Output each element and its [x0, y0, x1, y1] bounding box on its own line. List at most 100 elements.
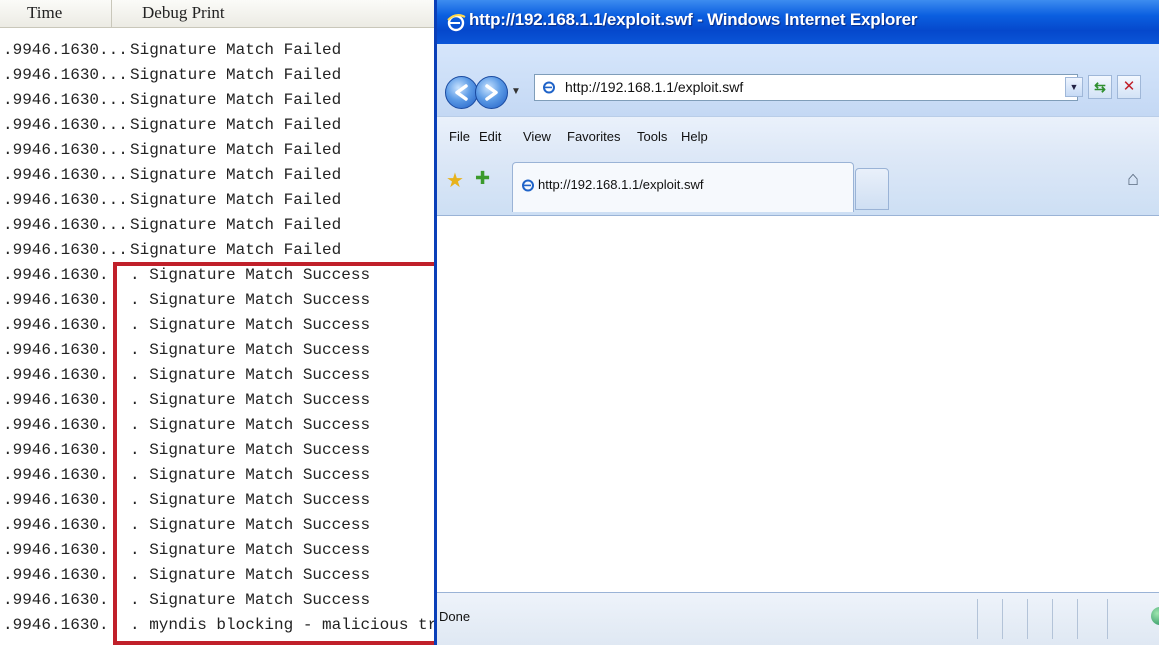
log-time: .9946.1630... — [3, 41, 128, 59]
log-row[interactable]: .9946.1630. . myndis blocking - malicious… — [0, 614, 438, 639]
favorites-star-icon[interactable]: ★ — [446, 168, 464, 193]
tab-label: http://192.168.1.1/exploit.swf — [538, 177, 704, 192]
log-row[interactable]: .9946.1630. . Signature Match Success — [0, 389, 438, 414]
log-row[interactable]: .9946.1630. . Signature Match Success — [0, 339, 438, 364]
log-time: .9946.1630. — [3, 291, 109, 309]
log-row[interactable]: .9946.1630. . Signature Match Success — [0, 314, 438, 339]
log-row[interactable]: .9946.1630... Signature Match Failed — [0, 189, 438, 214]
log-row[interactable]: .9946.1630. . Signature Match Success — [0, 414, 438, 439]
tab-active[interactable]: http://192.168.1.1/exploit.swf — [512, 162, 854, 212]
new-tab-button[interactable] — [855, 168, 889, 210]
log-message: Signature Match Failed — [130, 66, 342, 84]
log-message: Signature Match Failed — [130, 91, 342, 109]
log-time: .9946.1630... — [3, 66, 128, 84]
log-message: . Signature Match Success — [130, 341, 371, 359]
log-time: .9946.1630... — [3, 191, 128, 209]
status-divider — [1002, 599, 1003, 639]
log-message: Signature Match Failed — [130, 166, 342, 184]
navigation-bar: ▼ http://192.168.1.1/exploit.swf ▼ ⇆ ✕ — [437, 44, 1159, 116]
log-row[interactable]: .9946.1630. . Signature Match Success — [0, 289, 438, 314]
back-button[interactable] — [445, 76, 478, 109]
log-row[interactable]: .9946.1630. . Signature Match Success — [0, 364, 438, 389]
log-row[interactable]: .9946.1630. . Signature Match Success — [0, 464, 438, 489]
status-divider — [977, 599, 978, 639]
log-row[interactable]: .9946.1630... Signature Match Failed — [0, 114, 438, 139]
log-time: .9946.1630... — [3, 166, 128, 184]
status-divider — [1107, 599, 1108, 639]
page-ie-icon — [543, 81, 555, 94]
log-time: .9946.1630... — [3, 241, 128, 259]
ie-window: http://192.168.1.1/exploit.swf - Windows… — [434, 0, 1159, 645]
log-time: .9946.1630. — [3, 441, 109, 459]
menu-edit[interactable]: Edit — [479, 129, 501, 144]
log-row[interactable]: .9946.1630... Signature Match Failed — [0, 139, 438, 164]
log-time: .9946.1630. — [3, 341, 109, 359]
menu-view[interactable]: View — [523, 129, 551, 144]
log-row[interactable]: .9946.1630... Signature Match Failed — [0, 89, 438, 114]
log-row[interactable]: .9946.1630. . Signature Match Success — [0, 514, 438, 539]
log-row[interactable]: .9946.1630... Signature Match Failed — [0, 214, 438, 239]
menu-help[interactable]: Help — [681, 129, 708, 144]
status-divider — [1052, 599, 1053, 639]
log-time: .9946.1630. — [3, 616, 109, 634]
status-divider — [1027, 599, 1028, 639]
log-row[interactable]: .9946.1630. . Signature Match Success — [0, 539, 438, 564]
address-dropdown-button[interactable]: ▼ — [1065, 77, 1083, 97]
log-message: . Signature Match Success — [130, 516, 371, 534]
status-bar: Done — [437, 592, 1159, 645]
log-message: Signature Match Failed — [130, 241, 342, 259]
menu-tools[interactable]: Tools — [637, 129, 667, 144]
log-row[interactable]: .9946.1630... Signature Match Failed — [0, 39, 438, 64]
home-icon[interactable]: ⌂ — [1127, 168, 1139, 191]
log-row[interactable]: .9946.1630... Signature Match Failed — [0, 64, 438, 89]
log-row[interactable]: .9946.1630. . Signature Match Success — [0, 264, 438, 289]
add-favorites-icon[interactable]: ✚ — [475, 168, 490, 189]
log-row[interactable]: .9946.1630. . Signature Match Success — [0, 564, 438, 589]
refresh-icon[interactable]: ⇆ — [1088, 75, 1112, 99]
log-row[interactable]: .9946.1630... Signature Match Failed — [0, 239, 438, 264]
menu-bar: File Edit View Favorites Tools Help — [437, 116, 1159, 156]
log-message: . Signature Match Success — [130, 391, 371, 409]
recent-pages-dropdown[interactable]: ▼ — [511, 86, 521, 97]
back-arrow-icon — [455, 84, 468, 101]
log-time: .9946.1630... — [3, 141, 128, 159]
log-message: . Signature Match Success — [130, 416, 371, 434]
log-time: .9946.1630. — [3, 516, 109, 534]
debug-view-header: Time Debug Print — [0, 0, 438, 28]
log-time: .9946.1630. — [3, 566, 109, 584]
column-header-debug-print[interactable]: Debug Print — [112, 0, 438, 28]
forward-arrow-icon — [485, 84, 498, 101]
log-row[interactable]: .9946.1630. . Signature Match Success — [0, 589, 438, 614]
tab-ie-icon — [522, 179, 534, 192]
log-message: . Signature Match Success — [130, 541, 371, 559]
address-input[interactable]: http://192.168.1.1/exploit.swf — [565, 79, 743, 95]
log-time: .9946.1630. — [3, 591, 109, 609]
log-message: . Signature Match Success — [130, 366, 371, 384]
debug-view: Time Debug Print .9946.1630... Signature … — [0, 0, 438, 645]
log-row[interactable]: .9946.1630. . Signature Match Success — [0, 439, 438, 464]
log-message: Signature Match Failed — [130, 141, 342, 159]
log-time: .9946.1630... — [3, 216, 128, 234]
log-time: .9946.1630. — [3, 266, 109, 284]
log-time: .9946.1630... — [3, 116, 128, 134]
log-message: Signature Match Failed — [130, 216, 342, 234]
log-row[interactable]: .9946.1630. . Signature Match Success — [0, 489, 438, 514]
log-row[interactable]: .9946.1630... Signature Match Failed — [0, 164, 438, 189]
log-time: .9946.1630. — [3, 391, 109, 409]
log-time: .9946.1630. — [3, 416, 109, 434]
menu-favorites[interactable]: Favorites — [567, 129, 620, 144]
page-content[interactable] — [437, 217, 1159, 592]
stop-icon[interactable]: ✕ — [1117, 75, 1141, 99]
log-message: . Signature Match Success — [130, 591, 371, 609]
log-message: . myndis blocking - malicious traff — [130, 616, 436, 634]
log-message: Signature Match Failed — [130, 191, 342, 209]
column-header-time[interactable]: Time — [0, 0, 112, 28]
log-message: . Signature Match Success — [130, 491, 371, 509]
log-time: .9946.1630. — [3, 541, 109, 559]
address-bar[interactable]: http://192.168.1.1/exploit.swf — [534, 74, 1078, 101]
log-message: . Signature Match Success — [130, 466, 371, 484]
forward-button[interactable] — [475, 76, 508, 109]
menu-file[interactable]: File — [449, 129, 470, 144]
log-time: .9946.1630... — [3, 91, 128, 109]
window-title: http://192.168.1.1/exploit.swf - Windows… — [469, 10, 918, 29]
